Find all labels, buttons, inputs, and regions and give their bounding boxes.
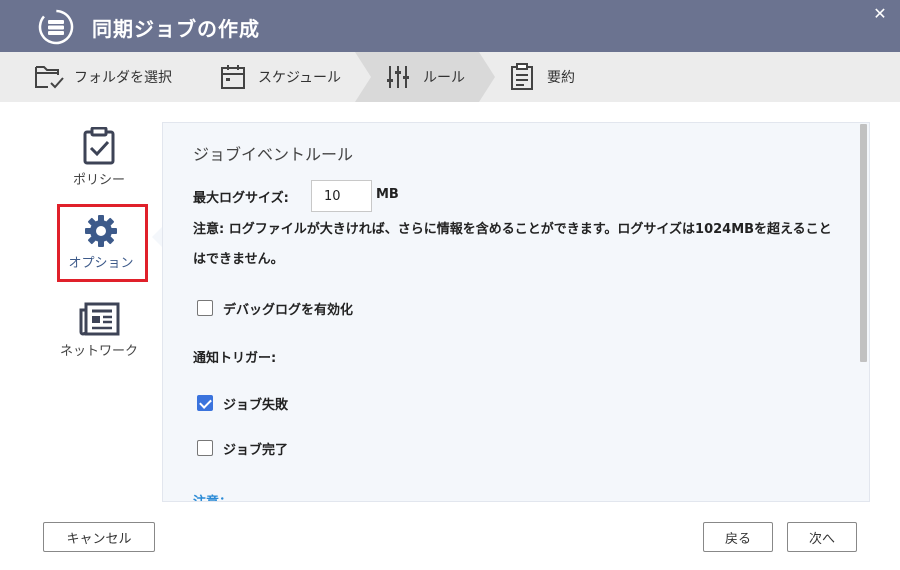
selection-highlight: [57, 204, 148, 282]
job-complete-checkbox[interactable]: [197, 440, 213, 456]
folder-check-icon: [34, 62, 64, 92]
sidebar-item-network[interactable]: ネットワーク: [54, 302, 144, 359]
close-button[interactable]: ✕: [870, 4, 890, 24]
section-title: ジョブイベントルール: [193, 145, 354, 164]
job-failed-checkbox[interactable]: [197, 395, 213, 411]
max-log-size-label: 最大ログサイズ:: [193, 191, 289, 206]
step-label: ルール: [423, 70, 465, 86]
sidebar-item-label: ネットワーク: [59, 344, 138, 359]
step-schedule: スケジュール: [218, 52, 341, 102]
step-summary: 要約: [507, 52, 575, 102]
step-label: 要約: [547, 70, 575, 86]
step-label: スケジュール: [258, 70, 342, 86]
sidebar-item-label: ポリシー: [72, 173, 125, 188]
notify-trigger-label: 通知トリガー:: [193, 351, 277, 366]
clipboard-list-icon: [507, 62, 537, 92]
next-button[interactable]: 次へ: [787, 522, 857, 552]
clipboard-check-icon: [83, 127, 115, 165]
debug-log-checkbox[interactable]: [197, 300, 213, 316]
step-select-folder: フォルダを選択: [34, 52, 172, 102]
cancel-button[interactable]: キャンセル: [43, 522, 155, 552]
back-button[interactable]: 戻る: [703, 522, 773, 552]
max-log-size-unit: MB: [376, 187, 399, 202]
debug-log-label: デバッグログを有効化: [223, 303, 354, 318]
max-log-size-input[interactable]: [311, 180, 372, 212]
rules-panel: ジョブイベントルール 最大ログサイズ: MB 注意: ログファイルが大きければ、…: [162, 122, 870, 502]
sync-app-icon: [38, 9, 74, 45]
sidebar-item-policy[interactable]: ポリシー: [54, 127, 144, 188]
job-complete-label: ジョブ完了: [223, 443, 289, 458]
sliders-icon: [383, 62, 413, 92]
log-size-note: 注意: ログファイルが大きければ、さらに情報を含めることができます。ログサイズは…: [193, 222, 832, 267]
bottom-note-label: 注意：: [193, 491, 232, 501]
title-bar: 同期ジョブの作成 ✕: [0, 0, 900, 52]
wizard-steps: フォルダを選択 スケジュール ルール 要約: [0, 52, 900, 102]
newspaper-icon: [79, 302, 120, 336]
step-rules: ルール: [383, 52, 465, 102]
calendar-icon: [218, 62, 248, 92]
window-title: 同期ジョブの作成: [92, 17, 260, 41]
step-label: フォルダを選択: [74, 70, 172, 86]
panel-scrollbar-thumb[interactable]: [860, 124, 867, 362]
job-failed-label: ジョブ失敗: [223, 398, 289, 413]
